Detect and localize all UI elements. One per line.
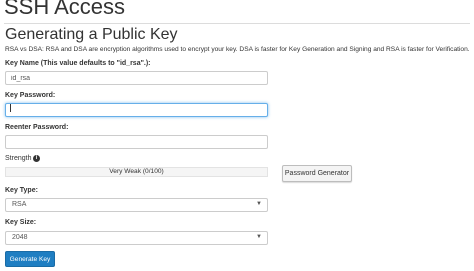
key-password-input[interactable] [5,103,268,117]
strength-meter: Very Weak (0/100) [5,167,268,177]
title-divider [4,23,470,24]
generate-key-button[interactable]: Generate Key [5,251,55,267]
info-icon[interactable]: i [33,155,40,162]
key-name-input[interactable] [5,71,268,85]
strength-meter-text: Very Weak (0/100) [109,168,164,175]
key-size-label: Key Size: [5,219,37,226]
key-size-value: 2048 [12,234,28,241]
reenter-password-input[interactable] [5,135,268,149]
page-title: SSH Access [4,0,126,19]
password-generator-button[interactable]: Password Generator [282,165,352,182]
key-type-value: RSA [12,201,27,208]
chevron-down-icon: ▼ [256,234,262,240]
section-title: Generating a Public Key [5,26,178,43]
text-caret [10,104,11,112]
key-name-label: Key Name (This value defaults to "id_rsa… [5,60,151,67]
key-password-label: Key Password: [5,92,56,99]
reenter-password-label: Reenter Password: [5,124,69,131]
chevron-down-icon: ▼ [256,201,262,207]
algorithm-description: RSA vs DSA: RSA and DSA are encryption a… [5,46,470,53]
key-type-select[interactable]: RSA ▼ [5,198,268,212]
key-type-label: Key Type: [5,187,38,194]
key-size-select[interactable]: 2048 ▼ [5,231,268,245]
strength-label: Strength [5,155,32,162]
